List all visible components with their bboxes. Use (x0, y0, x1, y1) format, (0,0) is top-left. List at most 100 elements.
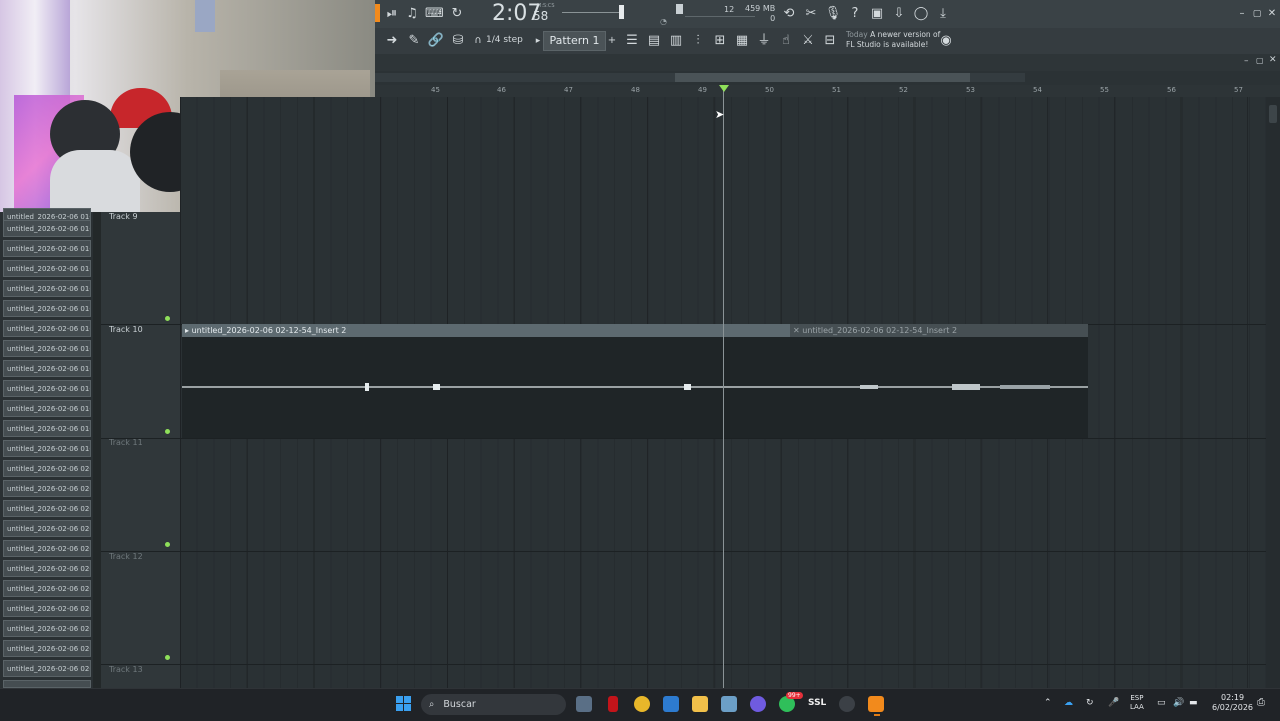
ssl-app-icon[interactable]: SSL (808, 698, 826, 708)
display-icon[interactable]: ▭ (1157, 698, 1166, 708)
playhead-marker[interactable] (719, 85, 729, 92)
magnet-icon[interactable]: ∩ (469, 32, 487, 50)
playlist-icon[interactable]: ☰ (623, 32, 641, 50)
browser-file[interactable]: untitled_2026-02-06 02-... (3, 540, 91, 557)
browser-file[interactable]: untitled_2026-02-06 02-... (3, 460, 91, 477)
playlist-close-icon[interactable]: ✕ (1269, 55, 1277, 65)
browser-file[interactable]: untitled_2026-02-06 01-... (3, 360, 91, 377)
browser-file[interactable]: untitled_2026-02-06 02-... (3, 480, 91, 497)
browser-file[interactable]: untitled_2026-02-06 01-... (3, 400, 91, 417)
pitch-knob[interactable] (676, 4, 683, 14)
step-edit-icon[interactable]: ⌨ (425, 5, 444, 23)
task-view-icon[interactable] (576, 696, 592, 712)
channel-rack-icon[interactable]: ▥ (667, 32, 685, 50)
browser-file[interactable]: untitled_2026-02-06 02-... (3, 500, 91, 517)
piano-roll-icon[interactable]: ▤ (645, 32, 663, 50)
browser-file[interactable]: untitled_2026-02-06 02-... (3, 560, 91, 577)
track-9-mute-led[interactable] (165, 316, 170, 321)
browser-file[interactable]: untitled_2026-02-06 02-... (3, 660, 91, 677)
chrome-icon[interactable] (634, 696, 650, 712)
notification-icon[interactable]: ⎙ (1257, 697, 1265, 708)
tempo-icon[interactable]: ⚔ (799, 32, 817, 50)
onedrive-icon[interactable]: ☁ (1064, 698, 1073, 708)
browser-file[interactable]: untitled_2026-02-06 02-... (3, 620, 91, 637)
update-notice[interactable]: Today A newer version of FL Studio is av… (846, 30, 940, 50)
touch-icon[interactable]: ☝ (777, 32, 795, 50)
update-notice-when: Today (846, 30, 868, 39)
track-10-mute-led[interactable] (165, 429, 170, 434)
link-icon[interactable]: 🔗 (427, 32, 445, 50)
track-11-mute-led[interactable] (165, 542, 170, 547)
sync-icon[interactable]: ↻ (1086, 698, 1094, 708)
browser-file[interactable]: untitled_2026-02-06 01-... (3, 420, 91, 437)
typing-keyboard-icon[interactable]: ⏯ (383, 5, 401, 23)
discord-icon[interactable] (750, 696, 766, 712)
browser-file[interactable]: untitled_2026-02-06 01-... (3, 440, 91, 457)
playlist-minimize-icon[interactable]: – (1244, 56, 1249, 66)
windows-start-icon[interactable] (396, 696, 412, 712)
project-icon[interactable]: ▦ (733, 32, 751, 50)
track-12-mute-led[interactable] (165, 655, 170, 660)
browser-file[interactable]: untitled_2026-02-06 01-... (3, 320, 91, 337)
browser-scrollbar[interactable] (93, 212, 101, 688)
master-volume-slider[interactable] (562, 12, 622, 13)
clip-close-icon[interactable]: ✕ (793, 326, 800, 335)
track-10-label[interactable]: Track 10 (109, 325, 143, 334)
arrow-right-icon[interactable]: ➜ (383, 32, 401, 50)
file-explorer-icon[interactable] (692, 696, 708, 712)
browser-file[interactable]: untitled_2026-02-06 01-... (3, 260, 91, 277)
store-icon[interactable] (663, 696, 679, 712)
browser-file[interactable] (3, 680, 91, 688)
browser-file[interactable]: untitled_2026-02-06 01-... (3, 280, 91, 297)
shop-icon[interactable]: ⊟ (821, 32, 839, 50)
active-app-indicator (874, 714, 880, 716)
audio-clip-header-continued[interactable]: ✕ untitled_2026-02-06 02-12-54_Insert 2 (790, 324, 1088, 337)
browser-file[interactable]: untitled_2026-02-06 02-... (3, 580, 91, 597)
song-overview[interactable] (375, 71, 1280, 85)
system-time: 02:19 (1220, 693, 1245, 702)
battery-icon[interactable]: ▬ (1189, 698, 1198, 708)
countdown-icon[interactable]: ♫ (403, 5, 421, 23)
browser-file[interactable]: untitled_2026-02-06 01-... (3, 340, 91, 357)
tray-chevron-icon[interactable]: ⌃ (1044, 698, 1052, 708)
system-clock[interactable]: 02:19 6/02/2026 (1212, 693, 1253, 713)
language-indicator[interactable]: ESP LAA (1130, 694, 1144, 712)
waveform-peak (952, 384, 980, 390)
browser-file[interactable]: untitled_2026-02-06 01-... (3, 380, 91, 397)
browser-file[interactable]: untitled_2026-02-06 02-... (3, 520, 91, 537)
taskbar-search[interactable]: ⌕ Buscar (421, 694, 566, 715)
clip-menu-icon[interactable]: ▸ (185, 326, 189, 335)
plugin-icon[interactable]: ⏚ (755, 32, 773, 50)
volume-icon[interactable]: 🔊 (1173, 698, 1184, 708)
vertical-scroll-handle[interactable] (1269, 105, 1277, 123)
browser-file[interactable]: untitled_2026-02-06 01-... (3, 220, 91, 237)
settings-app-icon[interactable] (839, 696, 855, 712)
netflix-icon[interactable] (608, 696, 618, 712)
fl-studio-icon[interactable] (868, 696, 884, 712)
browser-file[interactable]: untitled_2026-02-06 01-... (3, 300, 91, 317)
vertical-scrollbar[interactable] (1266, 97, 1280, 688)
browser-file[interactable]: untitled_2026-02-06 01-... (3, 240, 91, 257)
stamp-icon[interactable]: ⛁ (449, 32, 467, 50)
photos-icon[interactable] (721, 696, 737, 712)
master-volume-handle[interactable] (619, 5, 624, 19)
track-12-label[interactable]: Track 12 (109, 552, 143, 561)
loop-record-icon[interactable]: ↻ (448, 5, 466, 23)
track-13-label[interactable]: Track 13 (109, 665, 143, 674)
mixer-icon[interactable]: ⫶ (689, 32, 707, 50)
browser-file[interactable]: untitled_2026-02-06 02-... (3, 600, 91, 617)
audio-clip-header[interactable]: ▸ untitled_2026-02-06 02-12-54_Insert 2 (182, 324, 790, 337)
playlist-maximize-icon[interactable]: ▢ (1256, 56, 1264, 65)
overview-scroll-handle[interactable] (675, 73, 970, 82)
track-11-label[interactable]: Track 11 (109, 438, 143, 447)
track-9-label[interactable]: Track 9 (109, 212, 138, 221)
mouse-cursor-icon: ➤ (715, 108, 725, 121)
waveform-peak (684, 384, 691, 390)
pencil-icon[interactable]: ✎ (405, 32, 423, 50)
browser-icon[interactable]: ⊞ (711, 32, 729, 50)
microphone-tray-icon[interactable]: 🎤 (1108, 698, 1119, 708)
browser-file[interactable]: untitled_2026-02-06 02-... (3, 640, 91, 657)
pattern-selector[interactable]: Pattern 1 (543, 31, 606, 51)
snap-selector[interactable]: 1/4 step (486, 35, 523, 45)
metronome-icon[interactable]: ◔ (660, 17, 667, 26)
